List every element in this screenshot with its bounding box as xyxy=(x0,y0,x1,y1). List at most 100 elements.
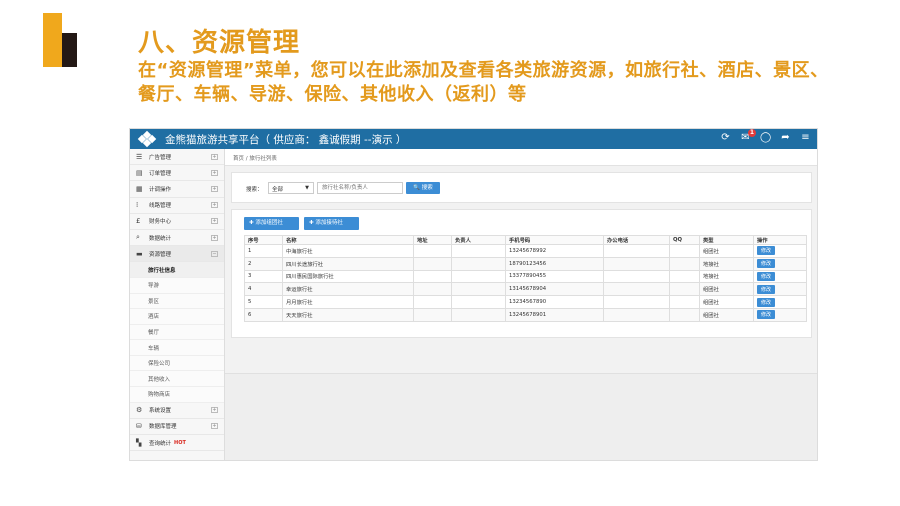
sidebar-subitem[interactable]: 导游 xyxy=(130,277,224,294)
table-cell-action: 修改 xyxy=(753,256,807,271)
sidebar-subitem[interactable]: 酒店 xyxy=(130,309,224,325)
logo-bar-yellow xyxy=(43,13,62,67)
add-group-agency-button[interactable]: ✚ 添加组团社 xyxy=(244,217,299,230)
column-header: QQ xyxy=(669,235,700,245)
sidebar-subitem[interactable]: 车辆 xyxy=(130,340,224,356)
brand-logo-icon xyxy=(137,130,157,148)
table-cell-mobile: 13234567890 xyxy=(505,295,604,309)
sidebar: ☰ 广告管理 + ▤ 订单管理 + ▦ 计调操作 + ⁞ 线路管理 + £ 财务中心 + ⌕ 数据统计 + ▬ 资源管… xyxy=(130,149,225,460)
search-button[interactable]: 🔍 搜索 xyxy=(406,182,440,194)
sidebar-subitem[interactable]: 其他收入 xyxy=(130,371,224,388)
sidebar-subitem[interactable]: 购物商店 xyxy=(130,387,224,403)
chevron-down-icon: ▼ xyxy=(305,185,309,191)
sidebar-item[interactable]: ⁞ 线路管理 + xyxy=(130,198,224,214)
table-cell-person xyxy=(451,269,506,284)
table-cell-qq xyxy=(669,282,700,297)
sidebar-item[interactable]: ▤ 订单管理 + xyxy=(130,165,224,182)
sidebar-item[interactable]: ⌕ 数据统计 + xyxy=(130,230,224,247)
table-cell-name: 中海旅行社 xyxy=(282,244,414,258)
sidebar-item-label: 广告管理 xyxy=(149,154,172,161)
table-cell-no: 3 xyxy=(244,269,283,284)
sidebar-item[interactable]: ⛁ 数据库管理 + xyxy=(130,419,224,436)
breadcrumb: 首页 / 旅行社列表 xyxy=(225,149,817,166)
table-cell-mobile: 13377890455 xyxy=(505,269,604,284)
table-cell-type: 组团社 xyxy=(699,282,754,297)
sidebar-item[interactable]: ▬ 资源管理 − xyxy=(130,246,224,263)
menu-icon[interactable]: ≡ xyxy=(800,132,811,143)
table-cell-type: 组团社 xyxy=(699,307,754,322)
column-header: 序号 xyxy=(244,235,283,245)
table-row: 1 中海旅行社 13245678992 组团社 修改 xyxy=(244,244,807,258)
table-cell-name: 天天旅行社 xyxy=(282,307,414,322)
table-cell-action: 修改 xyxy=(753,244,807,258)
sidebar-item[interactable]: £ 财务中心 + xyxy=(130,214,224,230)
table-cell-address xyxy=(413,269,452,284)
mail-icon[interactable]: ✉ 1 xyxy=(740,129,756,143)
table-cell-no: 2 xyxy=(244,256,283,271)
sidebar-item[interactable]: ▚ 查询统计 HOT xyxy=(130,435,224,452)
sidebar-item[interactable]: ☰ 广告管理 + xyxy=(130,149,224,166)
sidebar-subitem[interactable]: 旅行社信息 xyxy=(130,262,224,278)
app-window: 金熊猫旅游共享平台（ 供应商： 鑫诚假期 --演示 ） ⟳ ✉ 1 ◯ ➦ ≡ ☰… xyxy=(129,128,818,461)
gear-icon: ⚙ xyxy=(136,406,143,415)
table-cell-name: 幸运旅行社 xyxy=(282,282,414,297)
column-header: 类型 xyxy=(699,235,754,245)
list-icon: ☰ xyxy=(136,152,143,161)
table-cell-type: 地接社 xyxy=(699,269,754,284)
table-cell-type: 地接社 xyxy=(699,256,754,271)
table-cell-no: 5 xyxy=(244,295,283,309)
table-cell-person xyxy=(451,282,506,297)
edit-button[interactable]: 修改 xyxy=(757,259,776,269)
sidebar-item-label: 线路管理 xyxy=(149,203,172,210)
table-cell-person xyxy=(451,295,506,309)
search-icon: 🔍 xyxy=(413,185,421,191)
table-header-row: 序号 名称 地址 负责人 手机号码 办公电话 QQ 类型 操作 xyxy=(244,235,807,245)
slide-title: 八、资源管理 xyxy=(138,28,301,58)
edit-button[interactable]: 修改 xyxy=(757,310,776,320)
table-cell-mobile: 13145678904 xyxy=(505,282,604,297)
table-row: 4 幸运旅行社 13145678904 组团社 修改 xyxy=(244,282,807,297)
sidebar-subitem[interactable]: 餐厅 xyxy=(130,324,224,341)
table-cell-person xyxy=(451,244,506,258)
app-title: 金熊猫旅游共享平台（ 供应商： 鑫诚假期 --演示 ） xyxy=(165,134,407,146)
sidebar-item[interactable]: ⚙ 系统设置 + xyxy=(130,403,224,419)
top-navbar: 金熊猫旅游共享平台（ 供应商： 鑫诚假期 --演示 ） ⟳ ✉ 1 ◯ ➦ ≡ xyxy=(130,129,817,149)
edit-button[interactable]: 修改 xyxy=(757,284,776,294)
add-local-agency-button[interactable]: ✚ 添加接待社 xyxy=(304,217,359,230)
main-content: 首页 / 旅行社列表 搜索： 全部 ▼ 🔍 搜索 ✚ 添加组团社 ✚ 添加接待社 xyxy=(225,149,817,460)
edit-button[interactable]: 修改 xyxy=(757,246,776,256)
breadcrumb-home[interactable]: 首页 xyxy=(233,156,244,162)
table-cell-office xyxy=(603,295,670,309)
type-select[interactable]: 全部 ▼ xyxy=(268,182,314,194)
table-cell-mobile: 18790123456 xyxy=(505,256,604,271)
table-cell-office xyxy=(603,282,670,297)
table-cell-office xyxy=(603,244,670,258)
expand-icon: − xyxy=(211,250,218,257)
sidebar-subitem[interactable]: 保险公司 xyxy=(130,355,224,372)
table-row: 2 四川长途旅行社 18790123456 地接社 修改 xyxy=(244,256,807,271)
calendar-icon: ▦ xyxy=(136,184,143,193)
logo-bar-black xyxy=(62,33,77,67)
edit-button[interactable]: 修改 xyxy=(757,271,776,281)
doc-icon: ▤ xyxy=(136,168,143,177)
refresh-icon[interactable]: ⟳ xyxy=(720,132,731,143)
column-header: 地址 xyxy=(413,235,452,245)
agency-table: 序号 名称 地址 负责人 手机号码 办公电话 QQ 类型 操作 1 中海旅行社 1324567899… xyxy=(244,235,807,322)
column-header: 负责人 xyxy=(451,235,506,245)
table-cell-name: 四川惠民国际旅行社 xyxy=(282,269,414,284)
table-cell-type: 组团社 xyxy=(699,295,754,309)
edit-button[interactable]: 修改 xyxy=(757,297,776,307)
table-cell-office xyxy=(603,256,670,271)
sidebar-item-label: 查询统计 xyxy=(149,440,172,447)
slide-description: 在“资源管理”菜单，您可以在此添加及查看各类旅游资源，如旅行社、酒店、景区、餐厅… xyxy=(138,60,829,105)
table-cell-address xyxy=(413,282,452,297)
sidebar-item[interactable]: ▦ 计调操作 + xyxy=(130,181,224,198)
sidebar-subitem[interactable]: 景区 xyxy=(130,293,224,310)
sidebar-item-label: 系统设置 xyxy=(149,408,172,415)
chat-icon[interactable]: ◯ xyxy=(760,132,771,143)
sidebar-item-label: 数据统计 xyxy=(149,235,172,242)
expand-icon: + xyxy=(211,185,218,192)
expand-icon: + xyxy=(211,218,218,225)
search-input[interactable] xyxy=(317,182,403,194)
logout-icon[interactable]: ➦ xyxy=(780,132,791,143)
